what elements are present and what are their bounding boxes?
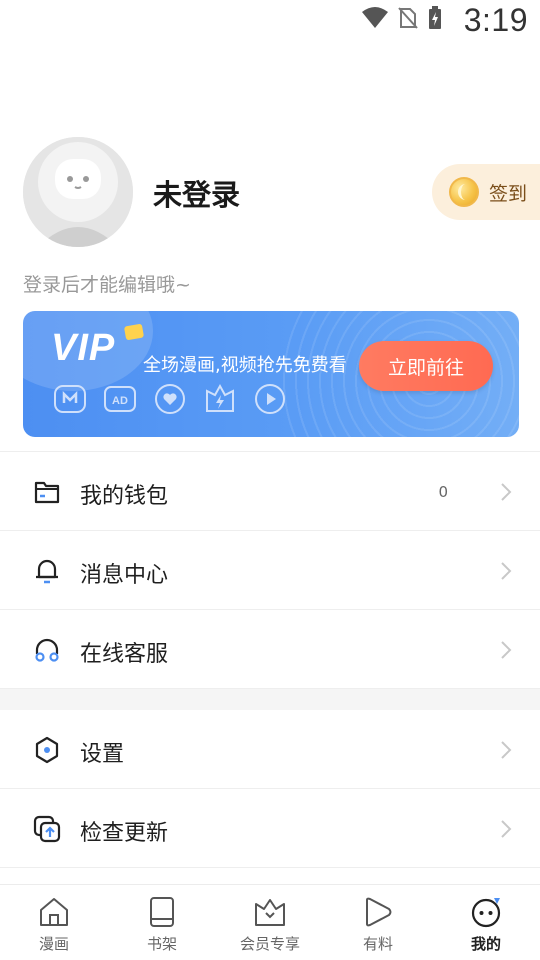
login-hint[interactable]: 登录后才能编辑哦~	[23, 270, 191, 297]
play-icon	[366, 897, 392, 927]
menu-label: 消息中心	[80, 563, 169, 588]
heart-icon	[153, 383, 187, 415]
avatar[interactable]	[23, 137, 133, 247]
mask-icon	[53, 383, 87, 415]
vip-promo-text: 全场漫画,视频抢先免费看	[143, 355, 347, 376]
username[interactable]: 未登录	[153, 172, 240, 214]
status-icons	[362, 6, 442, 30]
no-sim-icon	[398, 7, 418, 29]
chevron-right-icon	[501, 562, 512, 580]
profile-face-icon	[471, 898, 501, 928]
play-icon	[253, 383, 287, 415]
menu-label: 在线客服	[80, 642, 169, 667]
nav-tab-mine[interactable]: 我的	[432, 885, 540, 960]
menu-item-messages[interactable]: 消息中心	[0, 531, 540, 610]
menu-item-wallet[interactable]: 我的钱包 0	[0, 452, 540, 531]
battery-icon	[429, 6, 441, 29]
bell-icon	[36, 559, 58, 584]
home-icon	[40, 898, 68, 926]
menu-group-account: 我的钱包 0 消息中心 在线客服	[0, 451, 540, 689]
bottom-nav: 漫画 书架 会员专享 有料 我的	[0, 884, 540, 960]
menu-group-app: 设置 检查更新	[0, 710, 540, 868]
status-bar: 3:19	[0, 0, 540, 44]
vip-banner[interactable]: VIP 全场漫画,视频抢先免费看 立即前往 AD	[23, 311, 519, 437]
checkin-label: 签到	[489, 182, 528, 205]
coin-icon	[449, 177, 479, 207]
chevron-right-icon	[501, 820, 512, 838]
nav-label: 有料	[362, 935, 393, 953]
settings-icon	[35, 736, 59, 764]
wallet-balance: 0	[438, 483, 448, 501]
ad-free-icon: AD	[103, 383, 137, 415]
vip-perks: AD	[53, 383, 287, 415]
menu-label: 检查更新	[80, 821, 169, 846]
book-icon	[150, 897, 174, 927]
checkin-button[interactable]: 签到	[432, 164, 540, 220]
lightning-icon	[203, 383, 237, 415]
nav-tab-comics[interactable]: 漫画	[0, 885, 108, 960]
headphones-icon	[35, 638, 59, 662]
nav-label: 漫画	[38, 935, 69, 953]
wallet-icon	[34, 481, 60, 504]
vip-go-button[interactable]: 立即前往	[359, 341, 493, 391]
chevron-right-icon	[501, 641, 512, 659]
crown-icon	[255, 899, 285, 926]
chevron-right-icon	[501, 483, 512, 501]
nav-tab-feed[interactable]: 有料	[324, 885, 432, 960]
nav-label: 书架	[146, 935, 177, 953]
svg-text:AD: AD	[112, 395, 128, 407]
vip-logo: VIP	[51, 327, 116, 369]
nav-tab-vip[interactable]: 会员专享	[216, 885, 324, 960]
section-divider	[0, 689, 540, 710]
wifi-icon	[362, 7, 388, 28]
menu-label: 设置	[80, 742, 125, 767]
menu-item-settings[interactable]: 设置	[0, 710, 540, 789]
menu-item-update[interactable]: 检查更新	[0, 789, 540, 868]
nav-label: 会员专享	[239, 935, 300, 953]
chevron-right-icon	[501, 741, 512, 759]
nav-tab-bookshelf[interactable]: 书架	[108, 885, 216, 960]
status-time: 3:19	[463, 2, 528, 38]
nav-label: 我的	[470, 935, 501, 953]
menu-item-support[interactable]: 在线客服	[0, 610, 540, 689]
default-avatar-icon	[23, 137, 133, 247]
update-icon	[33, 815, 61, 843]
menu-label: 我的钱包	[80, 484, 169, 509]
